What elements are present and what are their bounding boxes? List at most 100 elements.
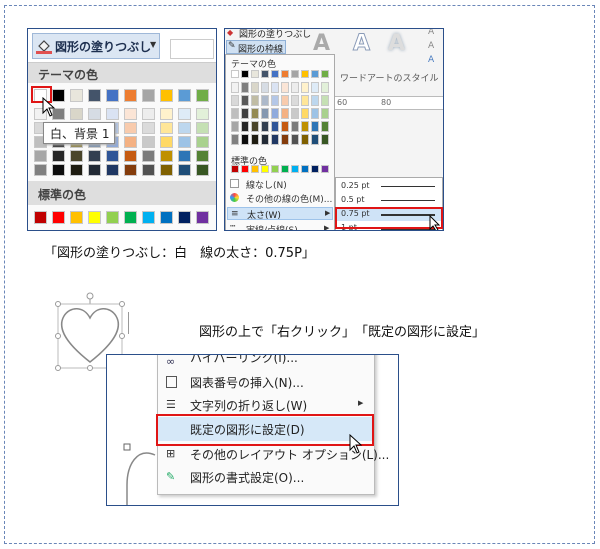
color-swatch[interactable]	[52, 164, 65, 176]
color-swatch[interactable]	[281, 121, 289, 132]
color-swatch[interactable]	[271, 82, 279, 93]
color-swatch[interactable]	[261, 165, 269, 173]
color-swatch[interactable]	[106, 211, 119, 224]
color-swatch[interactable]	[124, 164, 137, 176]
color-swatch[interactable]	[251, 121, 259, 132]
color-swatch[interactable]	[271, 108, 279, 119]
color-swatch[interactable]	[124, 150, 137, 162]
color-swatch[interactable]	[196, 108, 209, 120]
color-swatch[interactable]	[261, 70, 269, 78]
color-swatch[interactable]	[301, 108, 309, 119]
color-swatch[interactable]	[124, 122, 137, 134]
color-swatch[interactable]	[88, 108, 101, 120]
color-swatch[interactable]	[124, 211, 137, 224]
color-swatch[interactable]	[106, 89, 119, 102]
color-swatch[interactable]	[70, 108, 83, 120]
color-swatch[interactable]	[160, 211, 173, 224]
color-swatch[interactable]	[311, 70, 319, 78]
color-swatch[interactable]	[142, 150, 155, 162]
color-swatch[interactable]	[241, 121, 249, 132]
color-swatch[interactable]	[311, 108, 319, 119]
color-swatch[interactable]	[241, 82, 249, 93]
color-swatch[interactable]	[70, 150, 83, 162]
weight-option[interactable]: 0.25 pt	[337, 180, 441, 193]
color-swatch[interactable]	[291, 95, 299, 106]
color-swatch[interactable]	[271, 165, 279, 173]
color-swatch[interactable]	[88, 89, 101, 102]
color-swatch[interactable]	[291, 121, 299, 132]
color-swatch[interactable]	[178, 164, 191, 176]
color-swatch[interactable]	[261, 121, 269, 132]
color-swatch[interactable]	[52, 211, 65, 224]
color-swatch[interactable]	[124, 108, 137, 120]
more-colors-item[interactable]: その他の線の色(M)...	[226, 191, 334, 205]
color-swatch[interactable]	[321, 121, 329, 132]
color-swatch[interactable]	[160, 136, 173, 148]
color-swatch[interactable]	[321, 165, 329, 173]
color-swatch[interactable]	[196, 164, 209, 176]
color-swatch[interactable]	[34, 150, 47, 162]
color-swatch[interactable]	[271, 70, 279, 78]
color-swatch[interactable]	[281, 70, 289, 78]
color-swatch[interactable]	[271, 95, 279, 106]
color-swatch[interactable]	[281, 95, 289, 106]
color-swatch[interactable]	[88, 164, 101, 176]
color-swatch[interactable]	[70, 211, 83, 224]
color-swatch[interactable]	[271, 121, 279, 132]
color-swatch[interactable]	[142, 108, 155, 120]
color-swatch[interactable]	[291, 108, 299, 119]
color-swatch[interactable]	[311, 165, 319, 173]
color-swatch[interactable]	[196, 211, 209, 224]
color-swatch[interactable]	[291, 70, 299, 78]
color-swatch[interactable]	[311, 82, 319, 93]
color-swatch[interactable]	[301, 134, 309, 145]
wordart-a3[interactable]: A	[388, 31, 405, 56]
color-swatch[interactable]	[196, 89, 209, 102]
text-fill-a[interactable]: A	[428, 29, 434, 37]
color-swatch[interactable]	[160, 108, 173, 120]
color-swatch[interactable]	[178, 150, 191, 162]
color-swatch[interactable]	[251, 165, 259, 173]
color-swatch[interactable]	[271, 134, 279, 145]
wordart-a2[interactable]: A	[352, 31, 370, 57]
color-swatch[interactable]	[261, 134, 269, 145]
color-swatch[interactable]	[231, 70, 239, 78]
color-swatch[interactable]	[178, 122, 191, 134]
color-swatch[interactable]	[291, 82, 299, 93]
color-swatch[interactable]	[231, 165, 239, 173]
color-swatch[interactable]	[241, 70, 249, 78]
weight-item[interactable]: ≡ 太さ(W) ▶	[227, 207, 333, 221]
color-swatch[interactable]	[178, 108, 191, 120]
color-swatch[interactable]	[124, 136, 137, 148]
color-swatch[interactable]	[231, 121, 239, 132]
color-swatch[interactable]	[142, 211, 155, 224]
color-swatch[interactable]	[142, 136, 155, 148]
color-swatch[interactable]	[160, 122, 173, 134]
no-line-item[interactable]: 線なし(N)	[226, 177, 334, 191]
shape-fill-button[interactable]: 図形の塗りつぶし ▼	[32, 33, 160, 59]
menu-format-shape[interactable]: ✎ 図形の書式設定(O)...	[158, 466, 374, 488]
weight-option[interactable]: 0.5 pt	[337, 194, 441, 207]
color-swatch[interactable]	[301, 165, 309, 173]
color-swatch[interactable]	[142, 89, 155, 102]
color-swatch[interactable]	[124, 89, 137, 102]
color-swatch[interactable]	[231, 82, 239, 93]
color-swatch[interactable]	[281, 134, 289, 145]
color-swatch[interactable]	[178, 89, 191, 102]
color-swatch[interactable]	[34, 164, 47, 176]
color-swatch[interactable]	[251, 70, 259, 78]
color-swatch[interactable]	[281, 82, 289, 93]
dashes-item[interactable]: ┅ 実線/点線(S) ▶	[226, 222, 334, 230]
color-swatch[interactable]	[142, 122, 155, 134]
color-swatch[interactable]	[196, 122, 209, 134]
color-swatch[interactable]	[231, 95, 239, 106]
menu-insert-caption[interactable]: 図表番号の挿入(N)...	[158, 371, 374, 393]
color-swatch[interactable]	[178, 136, 191, 148]
color-swatch[interactable]	[251, 95, 259, 106]
color-swatch[interactable]	[196, 150, 209, 162]
color-swatch[interactable]	[321, 70, 329, 78]
color-swatch[interactable]	[291, 134, 299, 145]
color-swatch[interactable]	[106, 164, 119, 176]
color-swatch[interactable]	[311, 121, 319, 132]
color-swatch[interactable]	[241, 95, 249, 106]
